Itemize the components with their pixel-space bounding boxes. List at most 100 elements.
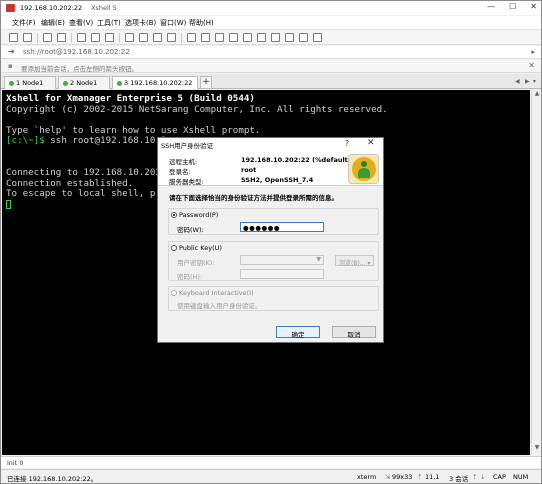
browse-button[interactable]: 浏览(B)... ▾ bbox=[335, 255, 375, 267]
terminal-scrollbar[interactable]: ▲ ▼ bbox=[531, 90, 541, 455]
menu-help[interactable]: 帮助(H) bbox=[189, 18, 214, 28]
reconnect-icon[interactable] bbox=[43, 33, 52, 42]
cursor-pos-icon: ⇡ bbox=[417, 473, 423, 481]
status-bar: 已连接 192.168.10.202:22。 xterm ⇲ 99x33 ⇡ 1… bbox=[1, 469, 541, 483]
status-num: NUM bbox=[513, 473, 529, 481]
tab-label: 2 Node1 bbox=[70, 79, 98, 87]
open-session-icon[interactable] bbox=[23, 33, 32, 42]
keyboard-interactive-radio[interactable] bbox=[171, 290, 177, 296]
transfer-icon[interactable] bbox=[229, 33, 238, 42]
script-icon[interactable] bbox=[243, 33, 252, 42]
scroll-up-icon[interactable]: ▲ bbox=[532, 90, 542, 100]
tab-node1-b[interactable]: 2 Node1 bbox=[58, 76, 110, 89]
session-arrow-up-icon[interactable]: ↑ bbox=[472, 473, 477, 481]
public-key-radio-label[interactable]: Public Key(U) bbox=[179, 244, 222, 252]
terminal-prompt: [c:\~]$ bbox=[6, 135, 45, 147]
hint-icon: ▪ bbox=[8, 62, 13, 70]
globe-icon[interactable] bbox=[187, 33, 196, 42]
dialog-close-button[interactable]: ✕ bbox=[367, 138, 375, 148]
terminal-cursor bbox=[6, 199, 11, 209]
chevron-down-icon: ▼ bbox=[316, 256, 321, 263]
lock-icon[interactable] bbox=[201, 33, 210, 42]
menu-tabs[interactable]: 选项卡(B) bbox=[125, 18, 156, 28]
dialog-info-header: 远程主机: 192.168.10.202:22 (%default%) 登录名:… bbox=[158, 150, 383, 186]
address-go-icon[interactable]: ▸ bbox=[531, 48, 535, 56]
title-bar[interactable]: 192.168.10.202:22 Xshell 5 — ☐ ✕ bbox=[1, 1, 541, 15]
address-arrow-icon[interactable]: ➔ bbox=[8, 47, 15, 56]
dialog-help-button[interactable]: ? bbox=[345, 139, 349, 148]
font-icon[interactable] bbox=[153, 33, 162, 42]
tab-node1-a[interactable]: 1 Node1 bbox=[4, 76, 56, 89]
xftp-icon[interactable] bbox=[215, 33, 224, 42]
tab-active-session[interactable]: 3 192.168.10.202:22 bbox=[112, 76, 198, 89]
scroll-down-icon[interactable]: ▼ bbox=[532, 444, 542, 454]
tab-scroll-right-icon[interactable]: ▶ bbox=[525, 78, 530, 85]
xshell-app-icon bbox=[6, 4, 15, 12]
keyboard-icon[interactable] bbox=[257, 33, 266, 42]
add-tab-button[interactable]: + bbox=[200, 76, 212, 89]
user-key-select[interactable]: ▼ bbox=[240, 255, 324, 265]
compose-input-text: init 0 bbox=[7, 459, 24, 467]
menu-edit[interactable]: 编辑(E) bbox=[41, 18, 65, 28]
status-sessions: 3 会话 bbox=[449, 475, 469, 483]
tab-menu-icon[interactable]: ▾ bbox=[533, 78, 536, 85]
password-radio-label[interactable]: Password(P) bbox=[179, 211, 218, 219]
password-method-group: Password(P) 密码(W): ●●●●●● bbox=[168, 208, 379, 235]
user-key-label: 用户密钥(K): bbox=[177, 259, 215, 267]
session-arrow-down-icon[interactable]: ↓ bbox=[480, 473, 485, 481]
status-cursor-pos: 11,1 bbox=[425, 473, 440, 481]
password-field-label: 密码(W): bbox=[177, 226, 204, 234]
login-name-value: root bbox=[241, 166, 257, 174]
dialog-title-bar[interactable]: SSH用户身份验证 ? ✕ bbox=[158, 138, 383, 150]
hint-close-icon[interactable]: ✕ bbox=[528, 61, 535, 70]
status-cap: CAP bbox=[493, 473, 506, 481]
remote-host-value: 192.168.10.202:22 (%default%) bbox=[241, 156, 358, 164]
copy-icon[interactable] bbox=[77, 33, 86, 42]
window-app-name: Xshell 5 bbox=[91, 4, 117, 12]
fullscreen-icon[interactable] bbox=[271, 33, 280, 42]
encoding-icon[interactable] bbox=[167, 33, 176, 42]
find-icon[interactable] bbox=[105, 33, 114, 42]
properties-icon[interactable] bbox=[125, 33, 134, 42]
password-input[interactable]: ●●●●●● bbox=[240, 222, 324, 232]
compose-input-bar[interactable]: init 0 bbox=[1, 456, 541, 468]
address-bar: ➔ ssh://root@192.168.10.202:22 ▸ bbox=[1, 46, 541, 59]
keyboard-interactive-method-group: Keyboard Interactive(I) 使用键盘输入用户身份验证。 bbox=[168, 286, 379, 311]
toolbar-separator bbox=[181, 33, 182, 43]
minimize-button[interactable]: — bbox=[487, 2, 495, 11]
ok-button[interactable]: 确定 bbox=[276, 326, 320, 339]
password-radio[interactable] bbox=[171, 212, 177, 218]
passphrase-label: 密码(H): bbox=[177, 273, 203, 281]
close-button[interactable]: ✕ bbox=[530, 2, 537, 11]
color-scheme-icon[interactable] bbox=[139, 33, 148, 42]
menu-view[interactable]: 查看(V) bbox=[69, 18, 93, 28]
menu-file[interactable]: 文件(F) bbox=[12, 18, 36, 28]
menu-tools[interactable]: 工具(T) bbox=[97, 18, 121, 28]
help-icon[interactable] bbox=[299, 33, 308, 42]
passphrase-input[interactable] bbox=[240, 269, 324, 279]
tab-scroll-left-icon[interactable]: ◀ bbox=[515, 78, 520, 85]
disconnect-icon[interactable] bbox=[57, 33, 66, 42]
hint-text: 要添加当前会话，点击左侧的箭头按钮。 bbox=[21, 65, 138, 73]
dialog-instruction: 请在下面选择恰当的身份验证方法并提供登录所需的信息。 bbox=[169, 194, 338, 202]
ssh-auth-dialog: SSH用户身份验证 ? ✕ 远程主机: 192.168.10.202:22 (%… bbox=[157, 137, 384, 343]
keyboard-interactive-radio-label[interactable]: Keyboard Interactive(I) bbox=[179, 289, 254, 297]
window-title: 192.168.10.202:22 bbox=[20, 4, 83, 12]
login-name-label: 登录名: bbox=[169, 168, 191, 176]
maximize-button[interactable]: ☐ bbox=[509, 2, 516, 11]
address-input[interactable]: ssh://root@192.168.10.202:22 bbox=[23, 48, 130, 56]
terminal-line: Copyright (c) 2002-2015 NetSarang Comput… bbox=[6, 103, 388, 115]
user-auth-icon bbox=[348, 154, 379, 184]
remote-host-label: 远程主机: bbox=[169, 158, 198, 166]
menu-window[interactable]: 窗口(W) bbox=[160, 18, 186, 28]
compose-icon[interactable] bbox=[285, 33, 294, 42]
public-key-radio[interactable] bbox=[171, 245, 177, 251]
cancel-button[interactable]: 取消 bbox=[332, 326, 376, 339]
new-session-icon[interactable] bbox=[9, 33, 18, 42]
connected-dot-icon bbox=[9, 80, 14, 86]
toolbar-separator bbox=[119, 33, 120, 43]
paste-icon[interactable] bbox=[91, 33, 100, 42]
toolbar-separator bbox=[71, 33, 72, 43]
xshell-window: 192.168.10.202:22 Xshell 5 — ☐ ✕ 文件(F) 编… bbox=[0, 0, 542, 484]
info-icon[interactable] bbox=[313, 33, 322, 42]
